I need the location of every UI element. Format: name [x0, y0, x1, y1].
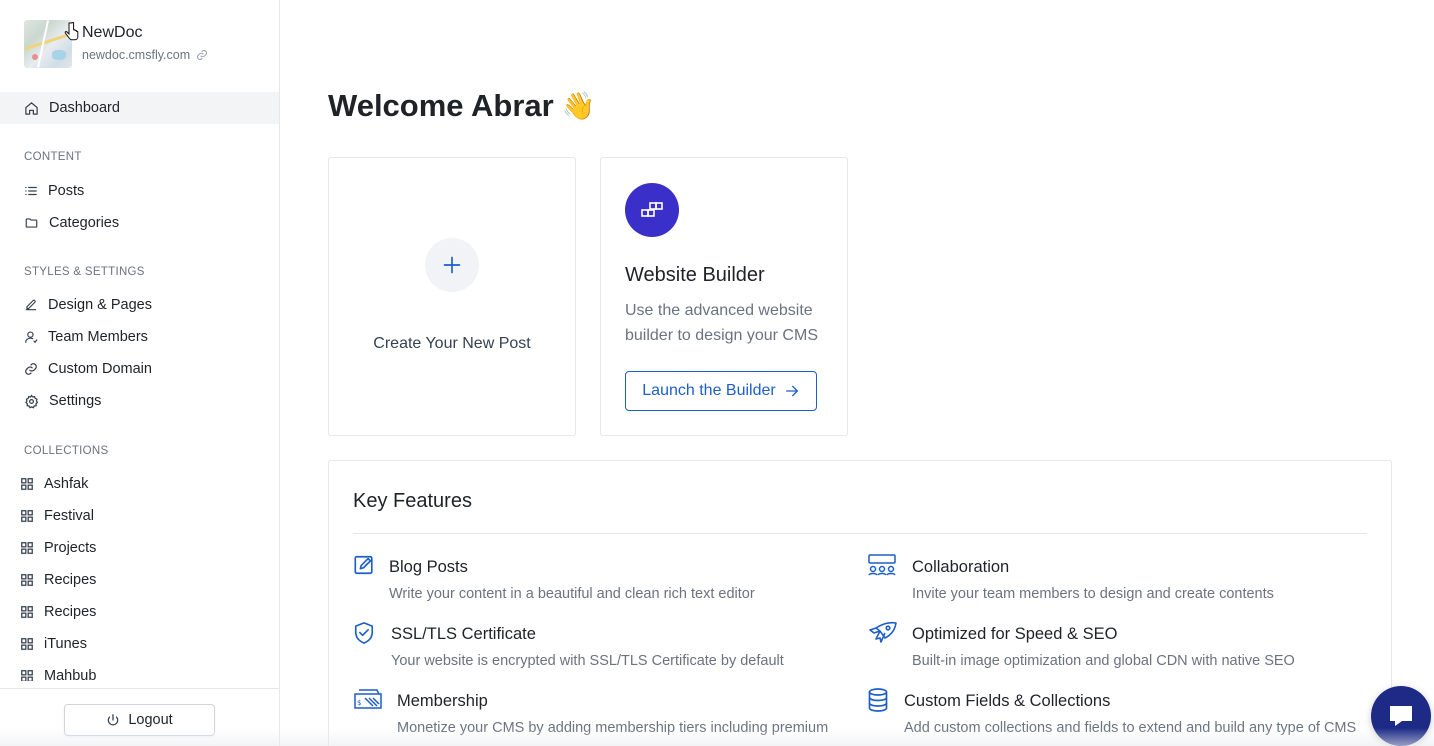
membership-card-icon: $ — [354, 689, 382, 709]
sidebar-item-collection[interactable]: Projects — [0, 532, 279, 564]
create-post-label: Create Your New Post — [373, 335, 531, 352]
logout-button[interactable]: Logout — [64, 704, 215, 736]
builder-title: Website Builder — [625, 264, 765, 286]
collection-grid-icon — [21, 606, 33, 618]
sidebar-item-label: iTunes — [44, 636, 87, 652]
key-features-title: Key Features — [353, 490, 472, 512]
feature-title: Membership — [397, 692, 488, 710]
feature-title: SSL/TLS Certificate — [391, 625, 536, 643]
welcome-text: Welcome Abrar — [328, 88, 554, 123]
collection-grid-icon — [21, 542, 33, 554]
key-features-panel: Key Features Blog Posts Write your conte… — [328, 460, 1392, 746]
svg-text:$: $ — [357, 699, 361, 707]
sidebar: NewDoc newdoc.cmsfly.com Dashboard CONTE… — [0, 0, 280, 746]
feature-description: Add custom collections and fields to ext… — [904, 720, 1357, 736]
builder-blocks-icon — [625, 183, 679, 237]
logout-icon — [108, 714, 119, 726]
collection-grid-icon — [21, 638, 33, 650]
sidebar-item-label: Ashfak — [44, 476, 89, 492]
sidebar-item-label: Recipes — [44, 604, 97, 620]
arrow-right-icon — [785, 385, 798, 397]
website-builder-card: Website Builder Use the advanced website… — [600, 157, 848, 436]
launch-builder-button[interactable]: Launch the Builder — [625, 371, 817, 411]
sidebar-item-collection[interactable]: Ashfak — [0, 468, 279, 500]
collection-grid-icon — [21, 478, 33, 490]
feature-description: Built-in image optimization and global C… — [912, 653, 1295, 669]
rocket-icon — [869, 621, 897, 643]
feature-description: Invite your team members to design and c… — [912, 586, 1274, 602]
feature-title: Collaboration — [912, 558, 1010, 576]
logout-label: Logout — [128, 712, 173, 728]
chat-widget-button[interactable] — [1371, 686, 1431, 746]
shield-check-icon — [354, 622, 374, 644]
feature-title: Blog Posts — [389, 558, 468, 576]
feature-description: Write your content in a beautiful and cl… — [389, 586, 755, 602]
feature-description: Your website is encrypted with SSL/TLS C… — [391, 653, 784, 669]
builder-description: Use the advanced website builder to desi… — [625, 302, 818, 344]
plus-icon — [425, 238, 479, 292]
sidebar-item-collection[interactable]: Festival — [0, 500, 279, 532]
database-icon — [868, 688, 888, 712]
create-post-card[interactable]: Create Your New Post — [328, 157, 576, 436]
waving-hand-icon: 👋 — [561, 91, 596, 121]
sidebar-item-collection[interactable]: iTunes — [0, 628, 279, 660]
sidebar-item-collection[interactable]: Recipes — [0, 596, 279, 628]
sidebar-item-label: Festival — [44, 508, 94, 524]
collections-list: Ashfak Festival Projects Recipes Recipes iTun… — [0, 0, 279, 681]
collection-grid-icon — [21, 670, 33, 681]
sidebar-item-collection[interactable]: Mahbub — [0, 660, 279, 681]
chat-icon — [1390, 706, 1412, 726]
page-title: Welcome Abrar 👋 — [328, 88, 595, 124]
collection-grid-icon — [21, 510, 33, 522]
sidebar-item-collection[interactable]: Recipes — [0, 564, 279, 596]
sidebar-item-label: Mahbub — [44, 668, 97, 681]
collection-grid-icon — [21, 574, 33, 586]
divider — [353, 533, 1367, 534]
feature-title: Custom Fields & Collections — [904, 692, 1111, 710]
launch-builder-label: Launch the Builder — [642, 382, 776, 399]
team-icon — [868, 554, 896, 576]
sidebar-item-label: Projects — [44, 540, 97, 556]
feature-description: Monetize your CMS by adding membership t… — [397, 720, 829, 736]
feature-title: Optimized for Speed & SEO — [912, 625, 1118, 643]
sidebar-item-label: Recipes — [44, 572, 97, 588]
sidebar-footer: Logout — [0, 688, 279, 746]
edit-icon — [354, 555, 373, 575]
